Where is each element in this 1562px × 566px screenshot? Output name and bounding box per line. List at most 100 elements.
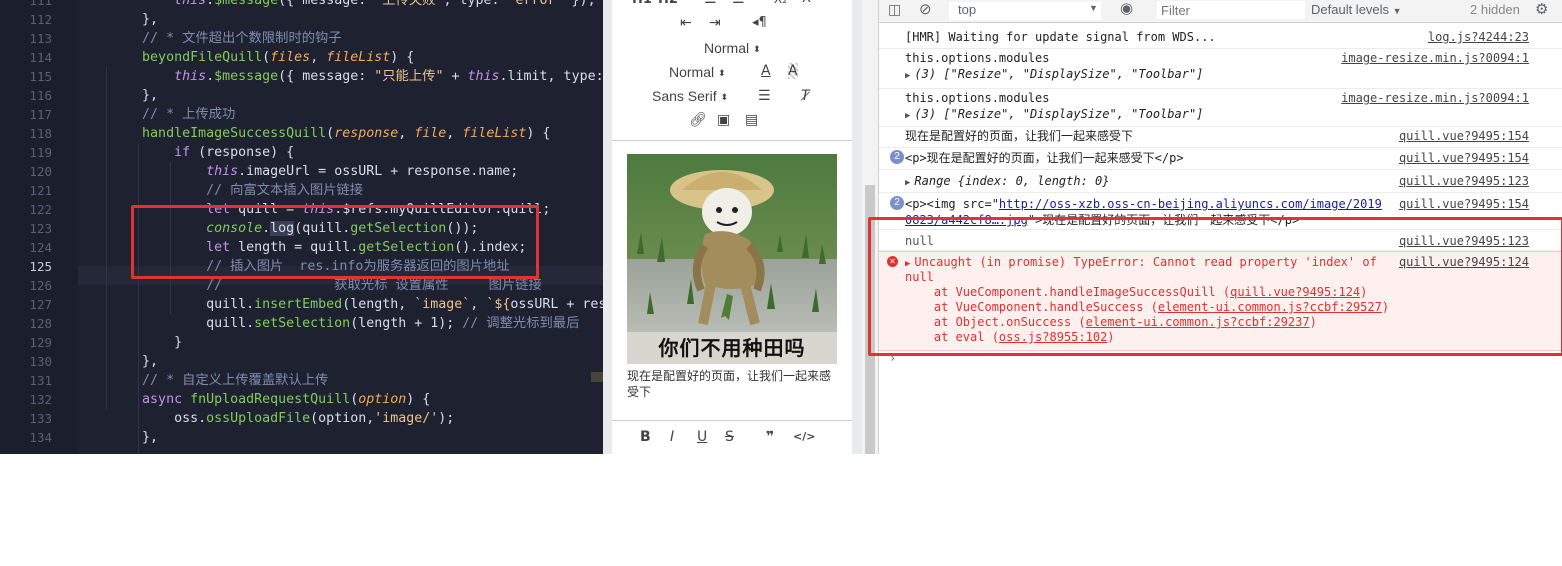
log-levels-dropdown[interactable]: Default levels ▼: [1311, 2, 1402, 17]
array-preview[interactable]: ▶ (3) ["Resize", "DisplaySize", "Toolbar"…: [905, 66, 1203, 84]
code-line[interactable]: async fnUploadRequestQuill(option) {: [78, 390, 430, 409]
code-line[interactable]: handleImageSuccessQuill(response, file, …: [78, 124, 550, 143]
code-editor[interactable]: 111 112 113 114 115 116 117 118 119 120 121 122 123 1…: [0, 0, 603, 454]
pane-divider[interactable]: [603, 0, 612, 454]
code-line[interactable]: },: [78, 352, 158, 371]
size-select[interactable]: Normal ⬍: [704, 40, 761, 56]
code-line[interactable]: this.imageUrl = ossURL + response.name;: [78, 162, 518, 181]
range-object-text: Range {index: 0, length: 0}: [914, 174, 1110, 188]
message-text: [HMR] Waiting for update signal from WDS…: [905, 30, 1216, 44]
video-icon[interactable]: ▤: [745, 112, 758, 128]
console-toolbar: ◫ ⊘ top ▼ ◉ Default levels ▼ 2 hidden ⚙: [879, 0, 1562, 23]
code-token: $message: [214, 69, 279, 84]
link-icon[interactable]: 🔗︎: [689, 112, 707, 128]
editor-scroll-marker[interactable]: [591, 372, 603, 382]
image-url-link[interactable]: http://oss-xzb.oss-cn-beijing.aliyuncs.c…: [999, 197, 1382, 211]
message-text-pre: <p><img src=": [905, 197, 999, 211]
subscript-icon[interactable]: X₂: [774, 0, 787, 6]
code-token: handleImageSuccessQuill: [142, 126, 327, 141]
code-token: async: [142, 392, 183, 407]
meme-caption: 你们不用种田吗: [627, 332, 837, 364]
message-text: this.options.modules: [905, 91, 1050, 105]
object-preview[interactable]: ▶ Range {index: 0, length: 0}: [905, 173, 1110, 191]
inserted-image[interactable]: 你们不用种田吗: [627, 154, 837, 364]
code-token: ) {: [406, 392, 431, 407]
italic-icon[interactable]: I: [670, 429, 674, 445]
code-line[interactable]: // * 上传成功: [78, 105, 235, 124]
underline-icon[interactable]: U: [697, 429, 707, 445]
console-message: this.options.modules image-resize.min.js…: [879, 88, 1562, 127]
sidebar-toggle-icon[interactable]: ◫: [888, 1, 901, 18]
text-color-icon[interactable]: A: [761, 63, 771, 79]
repeat-count-badge: 2: [890, 196, 904, 210]
gear-icon[interactable]: ⚙: [1535, 0, 1548, 18]
blockquote-icon[interactable]: ❞: [766, 429, 774, 445]
message-text: <p>现在是配置好的页面，让我们一起来感受下</p>: [905, 151, 1184, 165]
context-select[interactable]: top ▼: [949, 2, 1101, 20]
source-link[interactable]: quill.vue?9495:154: [1399, 128, 1529, 144]
rtl-icon[interactable]: ◂¶: [752, 15, 767, 30]
repeat-count-badge: 2: [890, 150, 904, 164]
increase-indent-icon[interactable]: ⇥: [709, 15, 721, 31]
code-line[interactable]: // * 文件超出个数限制时的钩子: [78, 29, 342, 48]
strike-icon[interactable]: S: [725, 429, 734, 445]
code-line[interactable]: beyondFileQuill(files, fileList) {: [78, 48, 414, 67]
line-number: 111: [29, 0, 52, 8]
background-color-icon[interactable]: A: [788, 63, 798, 79]
header-select[interactable]: Normal ⬍: [669, 64, 726, 80]
array-preview[interactable]: ▶ (3) ["Resize", "DisplaySize", "Toolbar"…: [905, 106, 1203, 124]
clean-format-icon[interactable]: T̷: [801, 88, 810, 104]
source-link[interactable]: image-resize.min.js?0094:1: [1341, 90, 1529, 106]
quill-content[interactable]: 你们不用种田吗 现在是配置好的页面，让我们一起来感受下: [612, 141, 852, 419]
code-line[interactable]: // 向富文本插入图片链接: [78, 181, 363, 200]
code-token: // 获取光标 设置属性 图片链接: [206, 278, 542, 293]
editor-paragraph[interactable]: 现在是配置好的页面，让我们一起来感受下: [627, 368, 842, 400]
code-block-icon[interactable]: </>: [793, 430, 815, 443]
expand-triangle-icon[interactable]: ▶: [905, 71, 910, 81]
code-line[interactable]: },: [78, 428, 158, 447]
bullet-list-icon[interactable]: ☰: [732, 0, 745, 7]
image-icon[interactable]: ▣: [717, 112, 730, 128]
source-link[interactable]: quill.vue?9495:154: [1399, 196, 1529, 212]
code-line[interactable]: if (response) {: [78, 143, 294, 162]
code-line[interactable]: quill.insertEmbed(length, `image`, `${os…: [78, 295, 603, 314]
decrease-indent-icon[interactable]: ⇤: [680, 15, 692, 31]
expand-triangle-icon[interactable]: ▶: [905, 178, 910, 188]
code-line[interactable]: this.$message({ message: "只能上传" + this.l…: [78, 67, 603, 86]
code-line[interactable]: // * 自定义上传覆盖默认上传: [78, 371, 328, 390]
highlight-box-console: [868, 217, 1562, 356]
source-link[interactable]: image-resize.min.js?0094:1: [1341, 50, 1529, 66]
source-link[interactable]: quill.vue?9495:123: [1399, 173, 1529, 189]
h2-button[interactable]: H2: [658, 0, 678, 7]
quill-editor[interactable]: H1 H2 ☰ ☰ X₂ X ⇤ ⇥ ◂¶ Normal⬍ Normal⬍ A …: [612, 0, 853, 454]
clear-console-icon[interactable]: ⊘: [919, 0, 932, 18]
filter-input[interactable]: [1157, 1, 1305, 19]
source-link[interactable]: log.js?4244:23: [1428, 29, 1529, 45]
expand-triangle-icon[interactable]: ▶: [905, 111, 910, 121]
eye-icon[interactable]: ◉: [1120, 0, 1133, 17]
pane-divider[interactable]: [852, 0, 862, 454]
code-line[interactable]: },: [78, 10, 158, 29]
array-preview-text: (3) ["Resize", "DisplaySize", "Toolbar"]: [914, 67, 1204, 81]
code-line[interactable]: },: [78, 86, 158, 105]
source-link[interactable]: quill.vue?9495:154: [1399, 150, 1529, 166]
code-line[interactable]: }: [78, 333, 182, 352]
superscript-icon[interactable]: X: [802, 0, 811, 6]
code-line[interactable]: this.$message({ message: "上传失败", type: "…: [78, 0, 596, 10]
code-token: (: [326, 126, 335, 141]
dropdown-arrow-icon: ▼: [1392, 6, 1402, 16]
h1-button[interactable]: H1: [632, 0, 652, 7]
code-line[interactable]: oss.ossUploadFile(option,'image/');: [78, 409, 454, 428]
code-line[interactable]: quill.setSelection(length + 1); // 调整光标到…: [78, 314, 579, 333]
code-token: ,: [470, 297, 487, 312]
code-token: // 调整光标到最后: [462, 316, 580, 331]
align-icon[interactable]: ☰: [758, 88, 771, 104]
font-select[interactable]: Sans Serif ⬍: [652, 88, 728, 104]
code-token: ossUploadFile: [206, 411, 311, 426]
bold-icon[interactable]: B: [640, 429, 651, 445]
ordered-list-icon[interactable]: ☰: [704, 0, 717, 7]
